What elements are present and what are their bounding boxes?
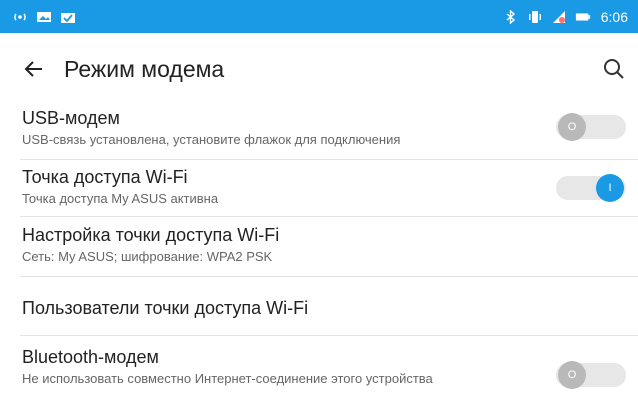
bluetooth-icon [503,9,519,24]
settings-list: USB-модем USB-связь установлена, установ… [0,105,638,406]
back-arrow-icon[interactable] [20,55,48,83]
list-item-subtitle: Не использовать совместно Интернет-соеди… [22,371,433,386]
list-item-title: USB-модем [22,108,120,128]
toggle-knob: I [596,174,624,202]
battery-icon [575,10,591,24]
list-item-usb-tethering[interactable]: USB-модем USB-связь установлена, установ… [0,105,638,160]
list-item-subtitle: Точка доступа My ASUS активна [22,191,219,206]
bluetooth-tethering-toggle[interactable]: O [556,361,626,389]
status-bar-left [12,10,76,24]
hotspot-icon [12,10,28,24]
toggle-knob: O [558,113,586,141]
list-item-bluetooth-tethering[interactable]: Bluetooth-модем Не использовать совместн… [0,336,638,406]
list-item-subtitle: USB-связь установлена, установите флажок… [22,132,401,147]
image-icon [36,10,52,24]
clock: 6:06 [600,8,628,25]
list-item-title: Пользователи точки доступа Wi-Fi [22,298,309,318]
wifi-hotspot-toggle[interactable]: I [556,174,626,202]
toggle-knob: O [558,361,586,389]
app-bar: Режим модема [0,33,638,105]
list-item-title: Bluetooth-модем [22,347,159,367]
page-title: Режим модема [64,55,225,82]
list-item-hotspot-users[interactable]: Пользователи точки доступа Wi-Fi [0,277,638,336]
list-item-wifi-hotspot[interactable]: Точка доступа Wi-Fi Точка доступа My ASU… [0,160,638,217]
list-item-title: Точка доступа Wi-Fi [22,167,188,187]
search-icon[interactable] [600,55,628,83]
status-bar-right: 6:06 [503,9,628,25]
list-item-title: Настройка точки доступа Wi-Fi [22,225,280,245]
status-bar: 6:06 [0,0,638,33]
no-sim-icon [551,10,567,24]
list-item-subtitle: Сеть: My ASUS; шифрование: WPA2 PSK [22,249,273,264]
list-item-hotspot-settings[interactable]: Настройка точки доступа Wi-Fi Сеть: My A… [0,217,638,277]
task-icon [60,10,76,24]
usb-tethering-toggle[interactable]: O [556,113,626,141]
vibrate-icon [527,10,543,24]
